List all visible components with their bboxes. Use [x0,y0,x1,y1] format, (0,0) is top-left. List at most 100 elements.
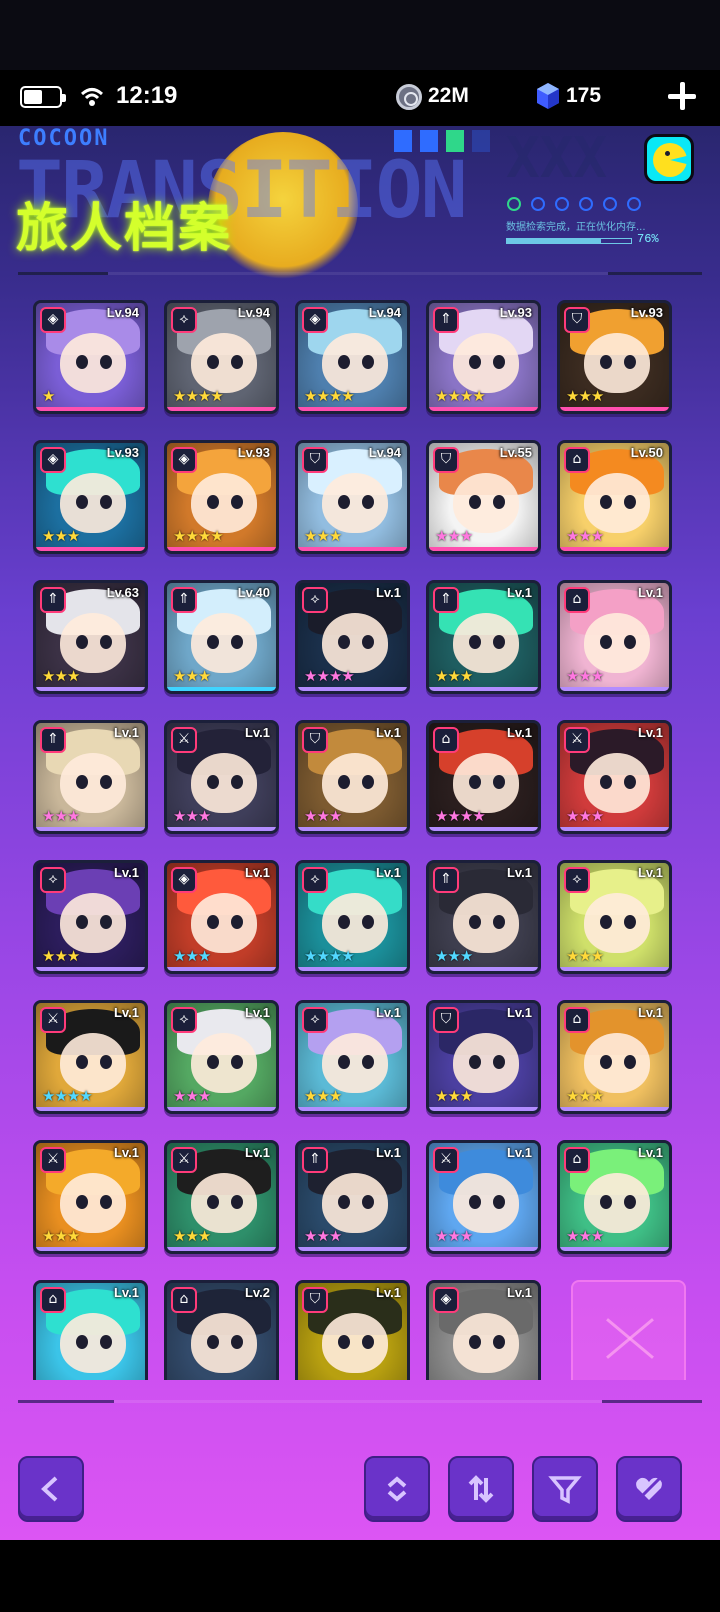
character-card[interactable]: ⚔ Lv.1 ★★★ [33,1140,148,1254]
character-card[interactable]: ◈ Lv.94 ★★★★ [295,300,410,414]
character-level: Lv.1 [113,1005,139,1020]
character-face [191,753,257,813]
star-rating: ★★★★ [435,807,486,825]
character-card[interactable]: ⛉ Lv.1 ★★★ [295,720,410,834]
star-rating: ★★★ [173,1087,211,1105]
character-card[interactable]: ⚔ Lv.1 ★★★ [164,1140,279,1254]
character-level: Lv.2 [244,1285,270,1300]
star-rating: ★★★ [566,667,604,685]
back-button[interactable] [18,1456,84,1522]
top-black-bar [0,0,720,70]
star-rating: ★★★ [173,807,211,825]
star-rating: ★★★ [173,947,211,965]
add-currency-button[interactable] [664,78,700,114]
character-face [453,613,519,673]
character-card[interactable]: ⟡ Lv.94 ★★★★ [164,300,279,414]
star-rating: ★★★ [42,1227,80,1245]
rarity-line [560,547,669,551]
character-level: Lv.1 [375,585,401,600]
character-face [60,1313,126,1373]
rarity-line [560,827,669,831]
right-eye [624,915,636,929]
character-card[interactable]: ⇑ Lv.1 ★★★ [33,720,148,834]
rarity-line [167,827,276,831]
character-card[interactable]: ⛉ Lv.1 ★★★ [426,1000,541,1114]
rarity-line [560,407,669,411]
right-eye [624,775,636,789]
character-card[interactable]: ⌂ Lv.2 [164,1280,279,1380]
star-rating: ★★★★ [42,1087,93,1105]
star-rating: ★★★★ [304,947,355,965]
right-eye [231,915,243,929]
progress-percent: 76% [637,232,659,246]
bow-icon: ⟡ [171,1007,197,1033]
filter-button[interactable] [532,1456,598,1522]
character-card[interactable]: ⟡ Lv.1 ★★★ [33,860,148,974]
pacman-icon [644,134,694,184]
character-card[interactable]: ◈ Lv.93 ★★★★ [164,440,279,554]
character-card[interactable]: ⇑ Lv.1 ★★★ [426,580,541,694]
collapse-button[interactable] [364,1456,430,1522]
bow-icon: ⟡ [564,867,590,893]
bow-icon: ⟡ [302,867,328,893]
top-divider [18,272,702,275]
character-card[interactable]: ⌂ Lv.1 ★★★ [557,1000,672,1114]
sort-button[interactable] [448,1456,514,1522]
character-card[interactable]: ⛉ Lv.93 ★★★ [557,300,672,414]
coin-count: 22M [428,84,469,107]
x-decoration: XXX [506,126,608,191]
character-card[interactable]: ⌂ Lv.50 ★★★ [557,440,672,554]
character-card[interactable]: ⟡ Lv.1 ★★★★ [295,860,410,974]
character-card[interactable]: ⛉ Lv.94 ★★★ [295,440,410,554]
character-face [453,1033,519,1093]
left-eye [207,495,219,509]
character-card[interactable]: ⟡ Lv.1 ★★★ [557,860,672,974]
character-card[interactable]: ◈ Lv.1 [426,1280,541,1380]
character-face [191,333,257,393]
character-card[interactable]: ⛉ Lv.1 [295,1280,410,1380]
rarity-line [298,687,407,691]
character-level: Lv.1 [506,585,532,600]
wifi-icon [80,88,104,106]
left-eye [600,775,612,789]
star-rating: ★★★ [173,1227,211,1245]
character-card[interactable]: ⌂ Lv.1 ★★★ [557,580,672,694]
star-rating: ★★★ [435,947,473,965]
character-card[interactable]: ⚔ Lv.1 ★★★ [164,720,279,834]
character-level: Lv.1 [113,725,139,740]
character-card[interactable]: ⌂ Lv.1 ★★★★ [426,720,541,834]
house-icon: ⌂ [564,447,590,473]
character-card[interactable]: ⚔ Lv.1 ★★★★ [33,1000,148,1114]
character-card[interactable]: ⇑ Lv.93 ★★★★ [426,300,541,414]
crystal-icon: ◈ [40,447,66,473]
arrow-icon: ⇑ [40,727,66,753]
star-rating: ★★★★ [173,527,224,545]
character-card[interactable]: ⇑ Lv.63 ★★★ [33,580,148,694]
star-rating: ★★★ [566,947,604,965]
character-card[interactable]: ⟡ Lv.1 ★★★ [164,1000,279,1114]
character-card[interactable]: ⇑ Lv.40 ★★★ [164,580,279,694]
character-face [322,1313,388,1373]
character-card[interactable]: ⇑ Lv.1 ★★★ [426,860,541,974]
shield-icon: ⛉ [433,1007,459,1033]
character-card[interactable]: ◈ Lv.93 ★★★ [33,440,148,554]
right-eye [231,495,243,509]
left-eye [76,1335,88,1349]
star-rating: ★★★★ [304,667,355,685]
left-eye [338,355,350,369]
character-card[interactable]: ◈ Lv.1 ★★★ [164,860,279,974]
house-icon: ⌂ [564,587,590,613]
character-card[interactable]: ⚔ Lv.1 ★★★ [557,720,672,834]
favorite-button[interactable] [616,1456,682,1522]
character-card[interactable]: ◈ Lv.94 ★ [33,300,148,414]
character-card[interactable]: ⇑ Lv.1 ★★★ [295,1140,410,1254]
game-screen: 12:19 22M 175 COCOON TRANSITION XXX 数据检索… [0,0,720,1612]
clock: 12:19 [116,82,178,109]
character-card[interactable]: ⌂ Lv.1 [33,1280,148,1380]
right-eye [231,1055,243,1069]
character-card[interactable]: ⟡ Lv.1 ★★★ [295,1000,410,1114]
character-card[interactable]: ⚔ Lv.1 ★★★ [426,1140,541,1254]
character-card[interactable]: ⌂ Lv.1 ★★★ [557,1140,672,1254]
character-card[interactable]: ⛉ Lv.55 ★★★ [426,440,541,554]
character-card[interactable]: ⟡ Lv.1 ★★★★ [295,580,410,694]
